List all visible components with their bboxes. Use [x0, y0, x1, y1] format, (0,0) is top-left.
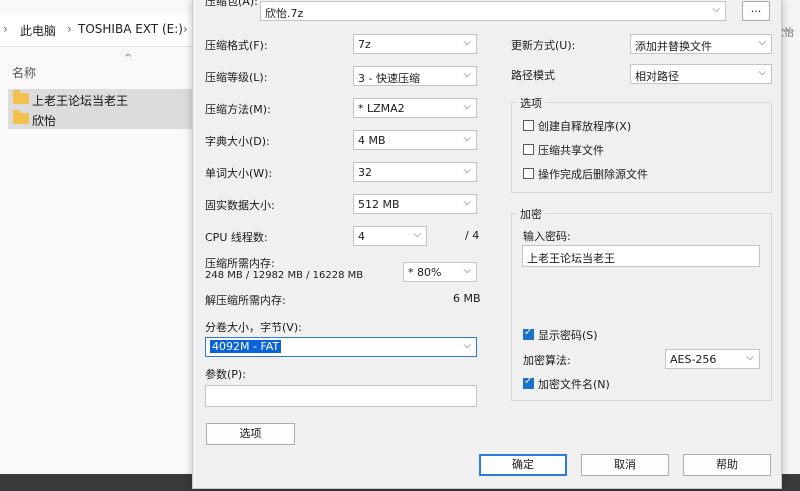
compress-memory-label: 压缩所需内存:: [205, 257, 275, 270]
encryption-method-label: 加密算法:: [523, 354, 571, 367]
level-label: 压缩等级(L):: [205, 71, 268, 84]
chevron-down-icon: ⌵: [463, 101, 471, 112]
update-mode-label: 更新方式(U):: [511, 39, 576, 52]
chevron-down-icon: ⌵: [746, 352, 754, 363]
volume-size-label: 分卷大小，字节(V):: [205, 321, 302, 334]
chevron-down-icon: ⌵: [758, 37, 766, 48]
encryption-group-title: 加密: [517, 206, 545, 222]
password-input[interactable]: 上老王论坛当老王: [522, 245, 760, 267]
chevron-right-icon: ›: [67, 22, 72, 36]
path-mode-label: 路径模式: [511, 69, 555, 82]
chevron-right-icon: ›: [183, 22, 188, 36]
file-name: 上老王论坛当老王: [32, 94, 129, 108]
chevron-down-icon: ⌵: [463, 69, 471, 80]
method-value: * LZMA2: [358, 102, 405, 115]
sort-ascending-icon: ^: [124, 53, 133, 64]
list-item[interactable]: 欣怡: [8, 109, 193, 129]
memory-usage-value: * 80%: [408, 266, 442, 279]
path-mode-value: 相对路径: [635, 70, 679, 83]
decompress-memory-value: 6 MB: [453, 292, 481, 305]
chevron-right-icon: ›: [3, 22, 8, 36]
solid-block-value: 512 MB: [358, 198, 400, 211]
encryption-method-select[interactable]: AES-256 ⌵: [665, 349, 760, 369]
chevron-down-icon: ⌵: [413, 229, 421, 240]
folder-icon: [13, 90, 29, 104]
breadcrumb-this-pc[interactable]: 此电脑: [20, 22, 56, 39]
dictionary-select[interactable]: 4 MB ⌵: [353, 130, 477, 150]
chevron-down-icon: ⌵: [463, 165, 471, 176]
update-mode-select[interactable]: 添加并替换文件 ⌵: [630, 34, 772, 54]
archive-name-value: 欣怡.7z: [265, 7, 304, 20]
chevron-down-icon: ⌵: [758, 67, 766, 78]
cancel-button[interactable]: 取消: [581, 454, 669, 476]
method-label: 压缩方法(M):: [205, 103, 271, 116]
encryption-method-value: AES-256: [670, 353, 717, 366]
memory-usage-select[interactable]: * 80% ⌵: [403, 262, 477, 282]
chevron-down-icon: ⌵: [712, 4, 720, 15]
compress-memory-detail: 248 MB / 12982 MB / 16228 MB: [205, 270, 364, 281]
delete-after-checkbox[interactable]: [523, 168, 534, 179]
archive-name-label: 压缩包(A):: [205, 0, 258, 8]
dictionary-label: 字典大小(D):: [205, 135, 270, 148]
solid-block-select[interactable]: 512 MB ⌵: [353, 194, 477, 214]
chevron-down-icon: ⌵: [463, 265, 471, 276]
chevron-down-icon: ⌵: [463, 133, 471, 144]
ok-button[interactable]: 确定: [479, 454, 567, 476]
breadcrumb-drive[interactable]: TOSHIBA EXT (E:): [78, 22, 183, 36]
volume-size-value: 4092M - FAT: [210, 340, 282, 353]
dictionary-value: 4 MB: [358, 134, 386, 147]
word-size-label: 单词大小(W):: [205, 167, 273, 180]
level-value: 3 - 快速压缩: [358, 72, 420, 85]
file-name: 欣怡: [32, 114, 57, 128]
sfx-checkbox-row[interactable]: 创建自释放程序(X): [523, 118, 763, 134]
cpu-threads-value: 4: [358, 230, 365, 243]
password-label: 输入密码:: [523, 230, 571, 243]
format-value: 7z: [358, 38, 371, 51]
shared-files-checkbox[interactable]: [523, 144, 534, 155]
encrypt-names-checkbox-row[interactable]: 加密文件名(N): [523, 376, 723, 392]
format-label: 压缩格式(F):: [205, 39, 268, 52]
shared-files-checkbox-row[interactable]: 压缩共享文件: [523, 142, 763, 158]
folder-icon: [13, 110, 29, 124]
path-mode-select[interactable]: 相对路径 ⌵: [630, 64, 772, 84]
sfx-checkbox[interactable]: [523, 120, 534, 131]
sfx-checkbox-label: 创建自释放程序(X): [538, 120, 632, 133]
method-select[interactable]: * LZMA2 ⌵: [353, 98, 477, 118]
add-to-archive-dialog: 压缩包(A): 欣怡.7z ⌵ ... 压缩格式(F): 7z ⌵ 压缩等级(L…: [192, 0, 782, 489]
delete-after-checkbox-row[interactable]: 操作完成后删除源文件: [523, 166, 763, 182]
chevron-down-icon: ⌵: [463, 197, 471, 208]
level-select[interactable]: 3 - 快速压缩 ⌵: [353, 66, 477, 86]
archive-name-combo[interactable]: 欣怡.7z ⌵: [260, 1, 726, 21]
cpu-threads-select[interactable]: 4 ⌵: [353, 226, 427, 246]
show-password-checkbox-row[interactable]: 显示密码(S): [523, 327, 723, 343]
delete-after-checkbox-label: 操作完成后删除源文件: [538, 168, 648, 181]
list-item[interactable]: 上老王论坛当老王: [8, 89, 193, 109]
word-size-value: 32: [358, 166, 372, 179]
cpu-threads-label: CPU 线程数:: [205, 231, 268, 244]
chevron-down-icon: ⌵: [463, 37, 471, 48]
password-value: 上老王论坛当老王: [527, 252, 615, 265]
shared-files-checkbox-label: 压缩共享文件: [538, 144, 604, 157]
format-select[interactable]: 7z ⌵: [353, 34, 477, 54]
parameters-input[interactable]: [205, 385, 477, 407]
cpu-threads-total: / 4: [465, 229, 480, 242]
word-size-select[interactable]: 32 ⌵: [353, 162, 477, 182]
options-button[interactable]: 选项: [206, 423, 295, 445]
encrypt-names-label: 加密文件名(N): [538, 378, 610, 391]
chevron-down-icon: ⌵: [463, 340, 471, 351]
parameters-label: 参数(P):: [205, 368, 246, 381]
decompress-memory-label: 解压缩所需内存:: [205, 294, 286, 307]
volume-size-combo[interactable]: 4092M - FAT ⌵: [205, 337, 477, 357]
update-mode-value: 添加并替换文件: [635, 40, 712, 53]
show-password-label: 显示密码(S): [538, 329, 598, 342]
solid-block-label: 固实数据大小:: [205, 199, 275, 212]
options-group-title: 选项: [517, 95, 545, 111]
browse-button[interactable]: ...: [742, 1, 770, 21]
show-password-checkbox[interactable]: [523, 327, 534, 340]
help-button[interactable]: 帮助: [683, 454, 771, 476]
encrypt-names-checkbox[interactable]: [523, 376, 534, 389]
column-header-name[interactable]: 名称: [12, 64, 36, 81]
